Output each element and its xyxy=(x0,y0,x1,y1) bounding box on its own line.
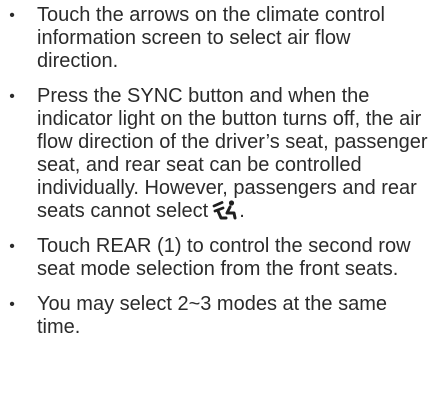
bullet-marker: • xyxy=(9,296,15,313)
bullet-marker: • xyxy=(9,88,15,105)
list-item-text-end: . xyxy=(239,200,245,222)
list-item-text: Touch REAR (1) to control the second row… xyxy=(37,235,411,280)
list-item: • Touch REAR (1) to control the second r… xyxy=(0,235,436,281)
list-item-text: Touch the arrows on the climate control … xyxy=(37,4,385,72)
list-item: • Touch the arrows on the climate contro… xyxy=(0,4,436,73)
instruction-list: • Touch the arrows on the climate contro… xyxy=(0,4,436,339)
list-item: • You may select 2~3 modes at the same t… xyxy=(0,293,436,339)
list-item-text: You may select 2~3 modes at the same tim… xyxy=(37,293,388,338)
seat-airflow-icon xyxy=(212,200,237,220)
list-item: • Press the SYNC button and when the ind… xyxy=(0,85,436,223)
bullet-marker: • xyxy=(9,238,15,255)
bullet-marker: • xyxy=(9,7,15,24)
